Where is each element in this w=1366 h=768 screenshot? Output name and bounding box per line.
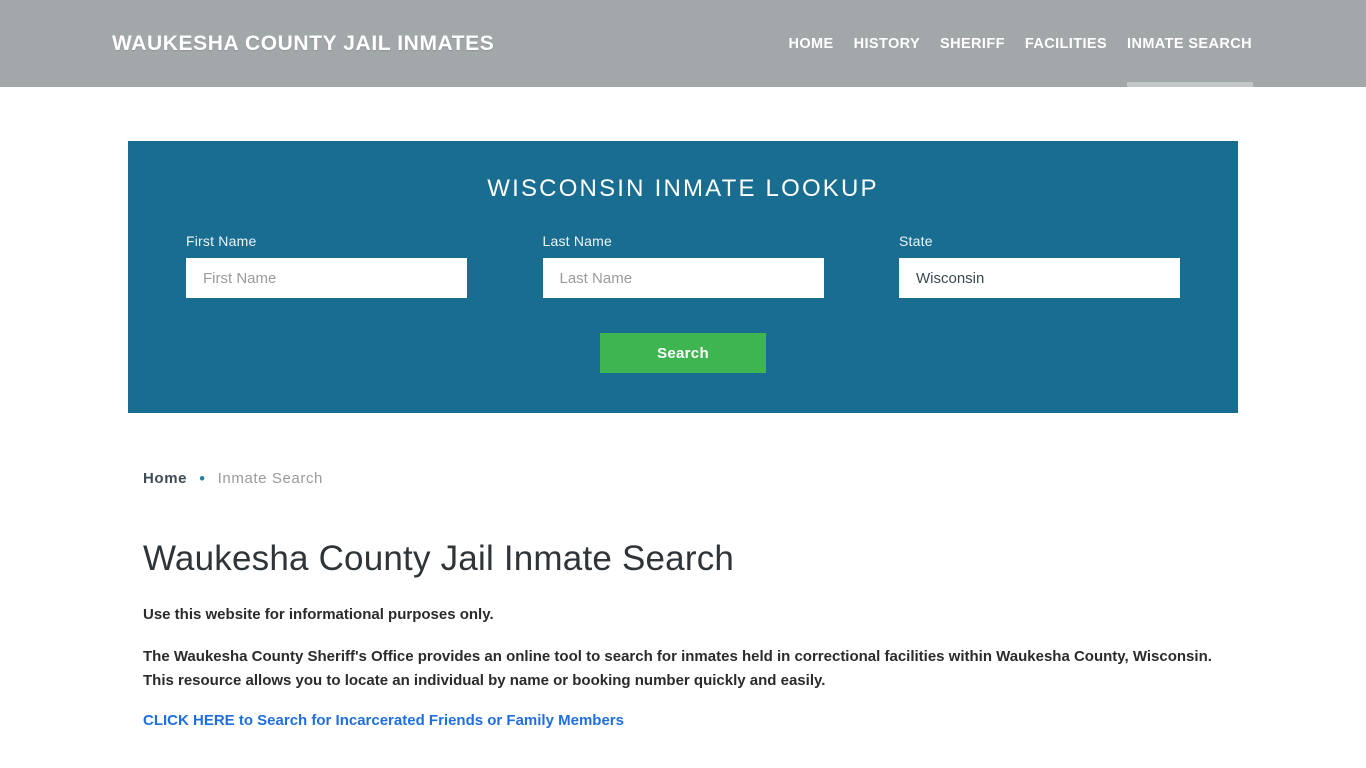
nav-item-inmate-search[interactable]: INMATE SEARCH — [1127, 0, 1253, 87]
first-name-label: First Name — [186, 233, 257, 249]
breadcrumb: Home • Inmate Search — [143, 470, 1238, 487]
page-paragraph: The Waukesha County Sheriff's Office pro… — [143, 648, 1212, 689]
lookup-section: WISCONSIN INMATE LOOKUP First Name Last … — [0, 87, 1366, 413]
site-brand: WAUKESHA COUNTY JAIL INMATES — [112, 31, 495, 55]
nav-item-home[interactable]: HOME — [788, 0, 833, 87]
page-lede: Use this website for informational purpo… — [143, 606, 494, 623]
breadcrumb-home-link[interactable]: Home — [143, 470, 187, 487]
state-label: State — [899, 233, 933, 249]
page-title: Waukesha County Jail Inmate Search — [143, 539, 735, 578]
last-name-field-group: Last Name — [542, 233, 824, 298]
breadcrumb-separator-icon: • — [199, 469, 206, 488]
inmate-lookup-panel: WISCONSIN INMATE LOOKUP First Name Last … — [128, 141, 1238, 413]
inmate-search-cta-link[interactable]: CLICK HERE to Search for Incarcerated Fr… — [143, 712, 624, 729]
site-header: WAUKESHA COUNTY JAIL INMATES HOME HISTOR… — [0, 0, 1366, 87]
state-input[interactable] — [899, 258, 1180, 298]
nav-item-facilities[interactable]: FACILITIES — [1025, 0, 1107, 87]
search-button[interactable]: Search — [600, 333, 766, 373]
last-name-input[interactable] — [542, 258, 824, 298]
first-name-input[interactable] — [186, 258, 467, 298]
first-name-field-group: First Name — [186, 233, 467, 298]
page-content: Home • Inmate Search Waukesha County Jai… — [128, 413, 1238, 730]
inmate-lookup-form: First Name Last Name State — [186, 233, 1180, 298]
breadcrumb-current: Inmate Search — [217, 470, 323, 487]
main-navigation: HOME HISTORY SHERIFF FACILITIES INMATE S… — [788, 0, 1253, 87]
last-name-label: Last Name — [542, 233, 612, 249]
lookup-title: WISCONSIN INMATE LOOKUP — [487, 175, 879, 202]
lookup-submit-row: Search — [186, 333, 1180, 373]
nav-item-history[interactable]: HISTORY — [854, 0, 920, 87]
state-field-group: State — [899, 233, 1180, 298]
nav-item-sheriff[interactable]: SHERIFF — [940, 0, 1005, 87]
